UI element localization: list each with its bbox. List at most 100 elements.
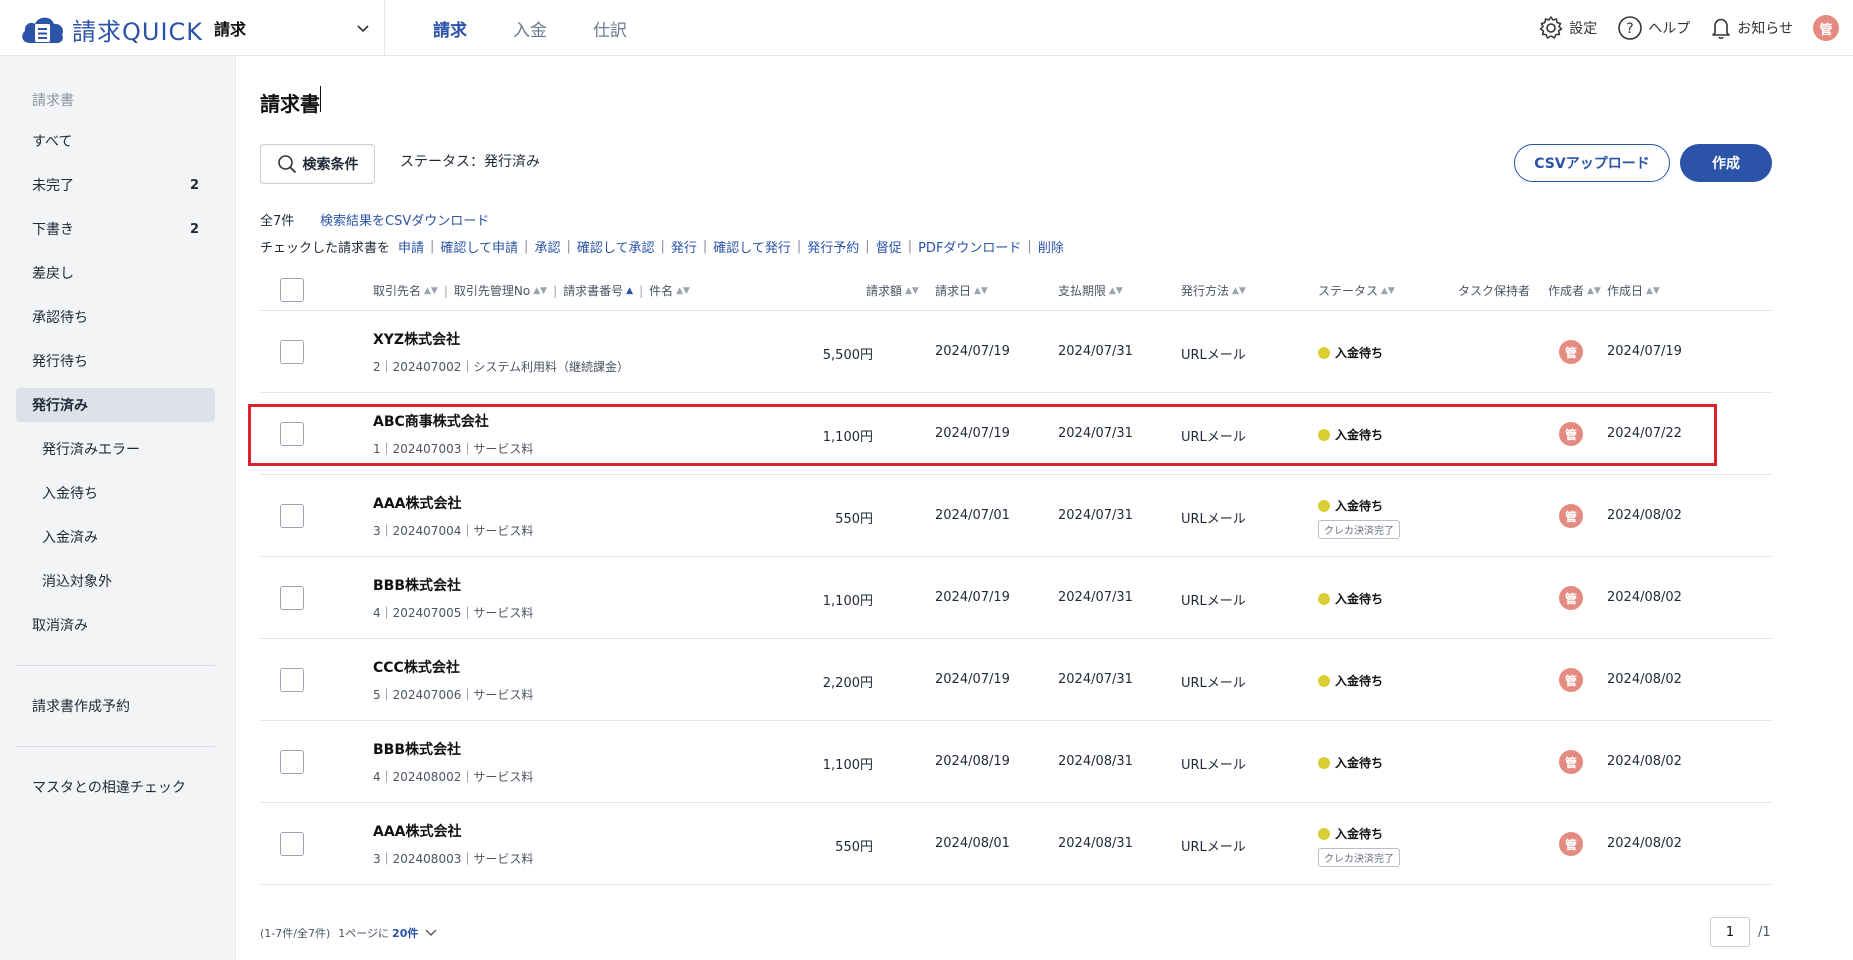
status-badge: 入金待ち: [1318, 825, 1383, 842]
column-header-creator-label: 作成者: [1548, 284, 1585, 298]
column-header-status[interactable]: ステータス ▲▼: [1318, 282, 1395, 299]
client-name[interactable]: AAA株式会社: [373, 821, 462, 841]
sidebar-item-scheduled-creation[interactable]: 請求書作成予約: [16, 689, 215, 723]
app-switcher-label: 請求: [214, 20, 247, 39]
bulk-actions: チェックした請求書を 申請 | 確認して申請 | 承認 | 確認して承認 | 発行 | 確…: [260, 237, 1064, 256]
app-switcher[interactable]: 請求: [214, 14, 370, 42]
sidebar-item-all[interactable]: すべて: [16, 124, 215, 158]
client-name[interactable]: BBB株式会社: [373, 739, 461, 759]
sidebar-item-returned[interactable]: 差戻し: [16, 256, 215, 290]
sort-client-no[interactable]: 取引先管理No: [454, 282, 530, 299]
separator: |: [566, 239, 571, 254]
column-header-invoice-date[interactable]: 請求日 ▲▼: [935, 282, 988, 299]
bulk-schedule-issue-link[interactable]: 発行予約: [807, 237, 859, 256]
per-page-selector[interactable]: 1ページに 20件: [338, 925, 438, 941]
column-header-creator[interactable]: 作成者 ▲▼: [1548, 282, 1601, 299]
issue-method: URLメール: [1181, 430, 1246, 445]
client-name[interactable]: XYZ株式会社: [373, 329, 460, 349]
sort-invoice-no[interactable]: 請求書番号: [563, 282, 623, 299]
sidebar-item-paid[interactable]: 入金済み: [16, 520, 215, 554]
row-checkbox[interactable]: [280, 750, 304, 774]
sidebar-item-awaiting-approval[interactable]: 承認待ち: [16, 300, 215, 334]
row-checkbox[interactable]: [280, 832, 304, 856]
page-number-input[interactable]: [1710, 917, 1750, 947]
sidebar-item-awaiting-payment[interactable]: 入金待ち: [16, 476, 215, 510]
client-name[interactable]: CCC株式会社: [373, 657, 460, 677]
created-date: 2024/08/02: [1607, 672, 1682, 687]
select-all-checkbox[interactable]: [280, 278, 304, 302]
status-label: 入金待ち: [1335, 499, 1384, 513]
row-checkbox[interactable]: [280, 504, 304, 528]
sidebar-item-excluded[interactable]: 消込対象外: [16, 564, 215, 598]
table-row[interactable]: ABC商事株式会社 1｜202407003｜サービス料 1,100円 2024/…: [260, 393, 1772, 475]
sidebar-item-issued-error[interactable]: 発行済みエラー: [16, 432, 215, 466]
sort-asc-icon[interactable]: ▲: [626, 286, 633, 296]
sidebar-item-count: 2: [189, 177, 199, 193]
sidebar-item-label: 取消済み: [32, 618, 88, 634]
issue-method: URLメール: [1181, 758, 1246, 773]
sidebar-item-issued[interactable]: 発行済み: [16, 388, 215, 422]
table-row[interactable]: BBB株式会社 4｜202408002｜サービス料 1,100円 2024/08…: [260, 721, 1772, 803]
column-header-created-date[interactable]: 作成日 ▲▼: [1607, 282, 1660, 299]
bulk-confirm-apply-link[interactable]: 確認して申請: [440, 237, 518, 256]
sort-icon[interactable]: ▲▼: [533, 286, 547, 296]
sidebar-item-incomplete[interactable]: 未完了 2: [16, 168, 215, 202]
help-link[interactable]: ? ヘルプ: [1617, 15, 1690, 41]
status-badge: 入金待ち: [1318, 754, 1383, 771]
column-header-method[interactable]: 発行方法 ▲▼: [1181, 282, 1246, 299]
bulk-confirm-approve-link[interactable]: 確認して承認: [577, 237, 655, 256]
column-header-amount[interactable]: 請求額 ▲▼: [866, 282, 919, 299]
create-button[interactable]: 作成: [1680, 144, 1772, 182]
sidebar-item-draft[interactable]: 下書き 2: [16, 212, 215, 246]
sidebar-item-master-diff-check[interactable]: マスタとの相違チェック: [16, 770, 215, 804]
logo[interactable]: 請求QUICK: [18, 12, 203, 47]
bulk-pdf-download-link[interactable]: PDFダウンロード: [918, 237, 1021, 256]
column-header-due-date[interactable]: 支払期限 ▲▼: [1058, 282, 1123, 299]
due-date: 2024/08/31: [1058, 836, 1133, 851]
notifications-link[interactable]: お知らせ: [1710, 16, 1793, 40]
client-name[interactable]: AAA株式会社: [373, 493, 462, 513]
row-checkbox[interactable]: [280, 668, 304, 692]
invoice-meta: 4｜202408002｜サービス料: [373, 770, 534, 784]
creator-avatar: 管: [1559, 504, 1583, 528]
client-name[interactable]: ABC商事株式会社: [373, 411, 489, 431]
sort-icon[interactable]: ▲▼: [676, 286, 690, 296]
bulk-delete-link[interactable]: 削除: [1038, 237, 1064, 256]
bulk-issue-link[interactable]: 発行: [671, 237, 697, 256]
nav-tab-invoice[interactable]: 請求: [410, 0, 490, 56]
nav-tab-payment[interactable]: 入金: [490, 0, 570, 56]
row-checkbox[interactable]: [280, 422, 304, 446]
csv-download-link[interactable]: 検索結果をCSVダウンロード: [320, 210, 489, 229]
user-avatar[interactable]: 管: [1813, 15, 1839, 41]
separator: |: [443, 283, 448, 298]
status-dot: [1318, 346, 1330, 359]
header-divider: [384, 0, 385, 56]
invoice-amount: 5,500円: [822, 348, 873, 363]
search-conditions-button[interactable]: 検索条件: [260, 144, 375, 184]
table-row[interactable]: AAA株式会社 3｜202408003｜サービス料 550円 2024/08/0…: [260, 803, 1772, 885]
bulk-remind-link[interactable]: 督促: [876, 237, 902, 256]
sidebar-item-cancelled[interactable]: 取消済み: [16, 608, 215, 642]
row-checkbox[interactable]: [280, 586, 304, 610]
sort-icon[interactable]: ▲▼: [424, 286, 438, 296]
bulk-approve-link[interactable]: 承認: [534, 237, 560, 256]
settings-link[interactable]: 設定: [1538, 15, 1597, 41]
invoice-meta: 4｜202407005｜サービス料: [373, 606, 534, 620]
csv-upload-button[interactable]: CSVアップロード: [1514, 144, 1670, 182]
table-row[interactable]: BBB株式会社 4｜202407005｜サービス料 1,100円 2024/07…: [260, 557, 1772, 639]
sidebar-item-awaiting-issue[interactable]: 発行待ち: [16, 344, 215, 378]
table-row[interactable]: AAA株式会社 3｜202407004｜サービス料 550円 2024/07/0…: [260, 475, 1772, 557]
invoice-amount: 1,100円: [822, 758, 873, 773]
table-row[interactable]: CCC株式会社 5｜202407006｜サービス料 2,200円 2024/07…: [260, 639, 1772, 721]
notifications-label: お知らせ: [1737, 21, 1793, 37]
separator: |: [702, 239, 708, 254]
help-label: ヘルプ: [1648, 21, 1691, 37]
client-name[interactable]: BBB株式会社: [373, 575, 461, 595]
sort-subject[interactable]: 件名: [649, 282, 673, 299]
bulk-confirm-issue-link[interactable]: 確認して発行: [713, 237, 791, 256]
sort-client[interactable]: 取引先名: [373, 282, 421, 299]
bulk-apply-link[interactable]: 申請: [398, 237, 424, 256]
nav-tab-journal[interactable]: 仕訳: [570, 0, 650, 56]
table-row[interactable]: XYZ株式会社 2｜202407002｜システム利用料（継続課金） 5,500円…: [260, 311, 1772, 393]
row-checkbox[interactable]: [280, 340, 304, 364]
